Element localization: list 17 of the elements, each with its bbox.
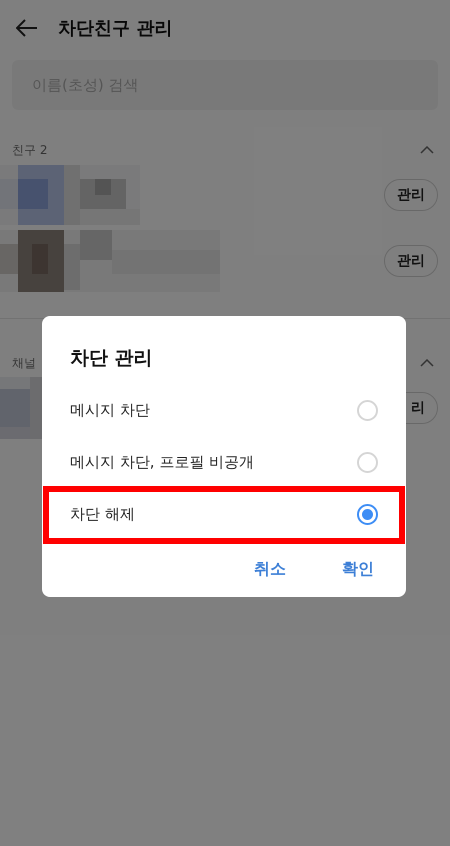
manage-button[interactable]: 관리: [384, 245, 438, 277]
chevron-icon[interactable]: [420, 146, 434, 154]
section-title: 채널: [12, 355, 36, 372]
back-arrow-icon[interactable]: [16, 19, 38, 37]
radio-option[interactable]: 메시지 차단, 프로필 비공개: [42, 436, 406, 488]
radio-button[interactable]: [357, 504, 378, 525]
section-title: 친구 2: [12, 142, 48, 159]
dialog-button[interactable]: 확인: [342, 556, 374, 580]
option-label: 메시지 차단, 프로필 비공개: [70, 452, 254, 474]
radio-option[interactable]: 차단 해제: [46, 488, 402, 540]
dialog-title: 차단 관리: [69, 346, 154, 371]
chevron-icon[interactable]: [420, 359, 434, 367]
option-label: 메시지 차단: [70, 400, 150, 422]
manage-button[interactable]: 관리: [384, 179, 438, 211]
page-title: 차단친구 관리: [58, 16, 172, 40]
option-label: 차단 해제: [70, 504, 135, 526]
dialog-button[interactable]: 취소: [254, 556, 286, 580]
